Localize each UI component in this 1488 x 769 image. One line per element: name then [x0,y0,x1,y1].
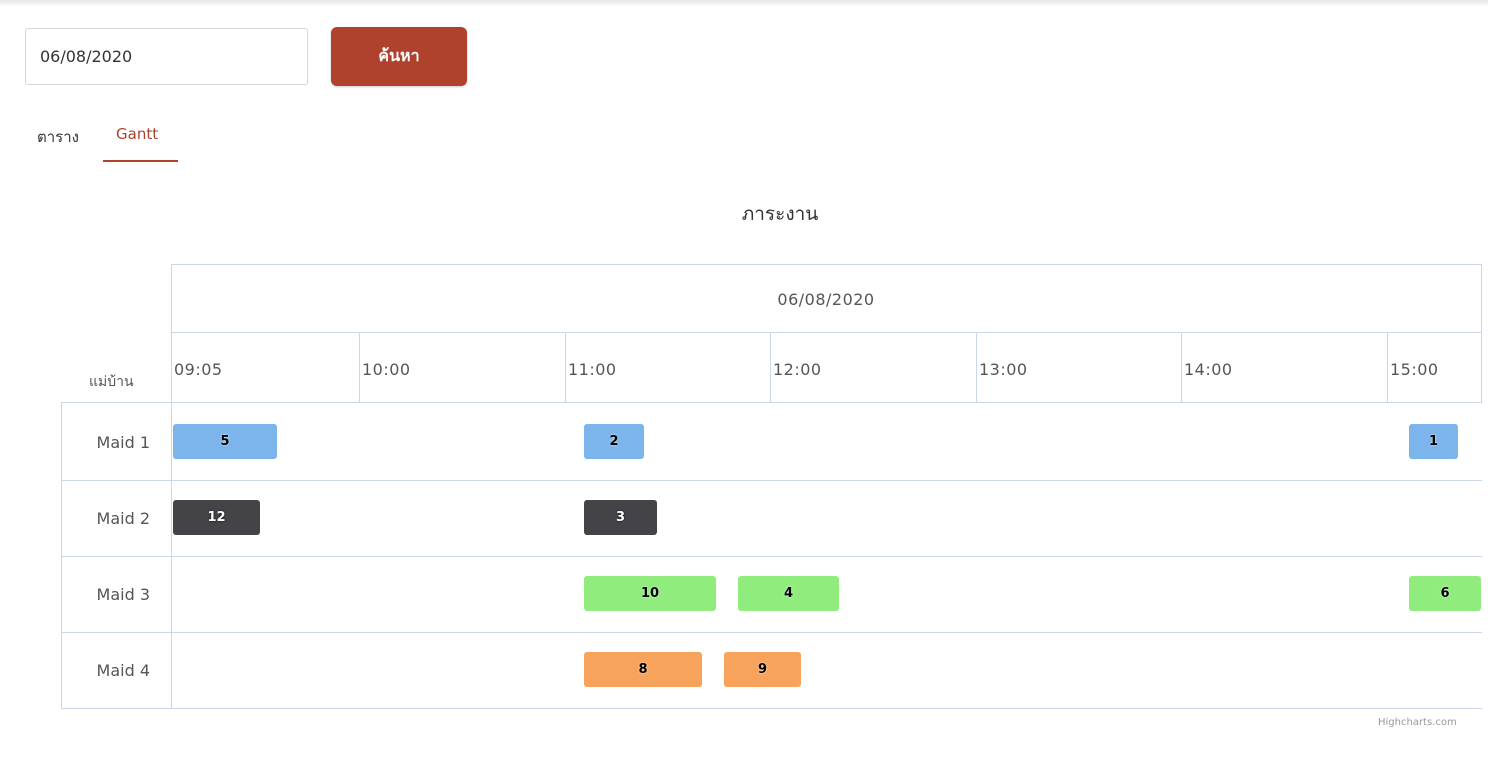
task-bar[interactable]: 3 [584,500,657,535]
plot-bottom-border [61,708,1482,709]
hour-tick-label: 11:00 [568,360,617,379]
row-label: Maid 3 [96,585,150,604]
plot-top-border [61,402,1482,403]
search-button[interactable]: ค้นหา [331,27,467,86]
tab-gantt[interactable]: Gantt [116,125,158,143]
task-bar[interactable]: 5 [173,424,277,459]
row-divider [61,632,1482,633]
hour-tick-label: 14:00 [1184,360,1233,379]
chart-credits[interactable]: Highcharts.com [1378,717,1457,728]
task-bar[interactable]: 10 [584,576,716,611]
task-bar[interactable]: 6 [1409,576,1481,611]
date-header: 06/08/2020 [777,290,875,309]
hour-gridline [1387,332,1388,402]
row-divider [61,480,1482,481]
hour-gridline [976,332,977,402]
date-input[interactable] [25,28,308,85]
plot-left-border [171,264,172,709]
header-top-border [171,264,1481,265]
tab-table[interactable]: ตาราง [37,125,79,149]
header-divider [171,332,1481,333]
row-label: Maid 4 [96,661,150,680]
hour-tick-label: 13:00 [979,360,1028,379]
task-bar[interactable]: 2 [584,424,644,459]
task-bar[interactable]: 9 [724,652,801,687]
task-bar[interactable]: 12 [173,500,260,535]
y-axis-title: แม่บ้าน [89,374,134,390]
hour-gridline [1181,332,1182,402]
task-bar[interactable]: 8 [584,652,702,687]
task-bar[interactable]: 1 [1409,424,1458,459]
active-tab-indicator [103,160,178,162]
row-divider [61,556,1482,557]
hour-tick-label: 09:05 [174,360,223,379]
hour-tick-label: 12:00 [773,360,822,379]
hour-gridline [565,332,566,402]
chart-title: ภาระงาน [741,203,819,225]
header-right-border [1481,264,1482,403]
hour-gridline [359,332,360,402]
hour-gridline [770,332,771,402]
row-label: Maid 1 [96,433,150,452]
hour-tick-label: 15:00 [1390,360,1439,379]
task-bar[interactable]: 4 [738,576,839,611]
row-label: Maid 2 [96,509,150,528]
hour-tick-label: 10:00 [362,360,411,379]
top-shadow [0,0,1488,7]
